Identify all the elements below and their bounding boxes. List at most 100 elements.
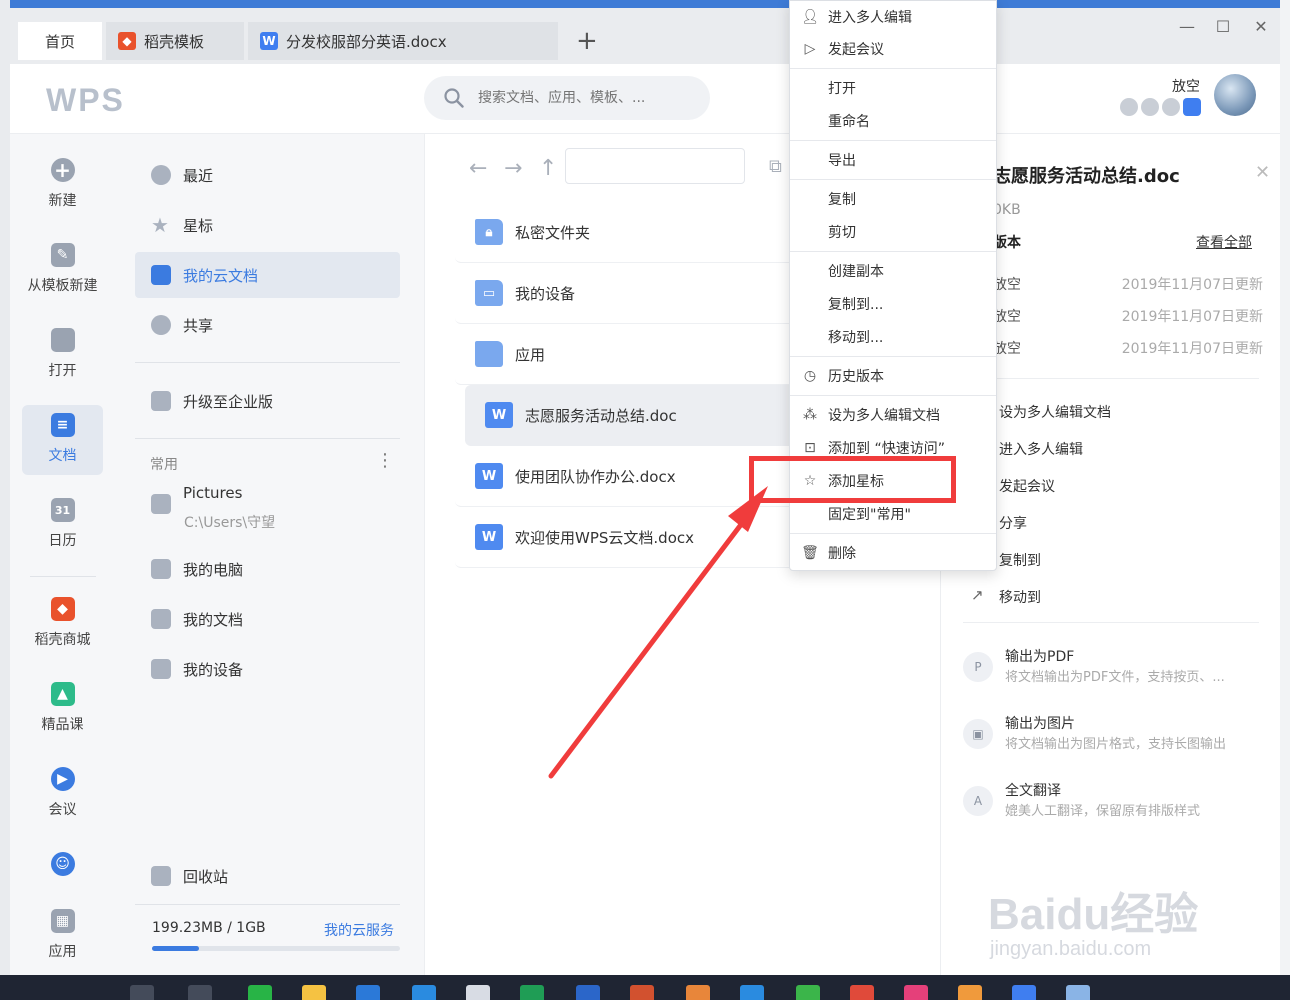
nav-item-starred[interactable]: ★ 星标 [135,202,400,248]
rail-item-course[interactable]: ▲ 精品课 [22,674,103,744]
history-row[interactable]: 放空 2019年11月07日更新 [993,306,1263,326]
rail-item-documents[interactable]: ≡ 文档 [22,405,103,475]
output-title: 输出为PDF [1005,649,1075,665]
wechat-icon[interactable] [248,985,272,1000]
menu-item-start-meeting[interactable]: ▷ 发起会议 [790,33,996,65]
history-row[interactable]: 放空 2019年11月07日更新 [993,338,1263,358]
cloud-service-link[interactable]: 我的云服务 [324,920,394,940]
action-share[interactable]: 分享 [999,513,1027,533]
office-icon[interactable] [850,985,874,1000]
history-time: 2019年11月07日更新 [1121,309,1263,325]
menu-item-cut[interactable]: 剪切 [790,216,996,248]
nav-item-recent[interactable]: 最近 [135,152,400,198]
action-enter-multi-edit[interactable]: 进入多人编辑 [999,439,1083,459]
output-pdf[interactable]: P 输出为PDF 将文档输出为PDF文件，支持按页、... [963,646,1263,702]
nav-item-shared[interactable]: 共享 [135,302,400,348]
close-icon[interactable]: ✕ [1246,14,1276,40]
folder-upload-icon[interactable]: ⧉ [769,156,782,177]
mail-icon[interactable] [356,985,380,1000]
up-icon[interactable]: ↑ [539,156,557,181]
nav-item-upgrade[interactable]: 升级至企业版 [135,378,400,424]
tab-daoke-templates[interactable]: ◆ 稻壳模板 [106,22,244,60]
menu-item-open[interactable]: 打开 [790,72,996,104]
nav-item-recycle[interactable]: 回收站 [135,853,400,899]
menu-item-rename[interactable]: 重命名 [790,105,996,137]
history-row[interactable]: 放空 2019年11月07日更新 [993,274,1263,294]
output-image[interactable]: ▣ 输出为图片 将文档输出为图片格式，支持长图输出 [963,713,1263,769]
nav-item-my-devices[interactable]: 我的设备 [135,646,400,692]
rail-item-apps[interactable]: ▦ 应用 [22,901,103,971]
app-icon[interactable] [686,985,710,1000]
task-view-icon[interactable] [188,985,212,1000]
browser-icon[interactable] [412,985,436,1000]
powerpoint-icon[interactable] [630,985,654,1000]
rail-item-from-template[interactable]: ✎ 从模板新建 [22,235,103,305]
app-icon[interactable] [958,985,982,1000]
member-badges[interactable] [1120,98,1201,116]
rail-item-new[interactable]: + 新建 [22,150,103,220]
avatar[interactable] [1214,74,1256,116]
view-all-link[interactable]: 查看全部 [1196,232,1252,252]
storage-bar-fill [152,946,200,951]
new-tab-button[interactable]: + [576,26,598,56]
forward-icon[interactable]: → [504,156,522,181]
search-box[interactable] [424,76,710,120]
menu-item-copy[interactable]: 复制 [790,183,996,215]
excel-icon[interactable] [520,985,544,1000]
app-icon[interactable] [740,985,764,1000]
rail-item-meeting[interactable]: ▶ 会议 [22,759,103,829]
explorer-icon[interactable] [302,985,326,1000]
app-icon[interactable] [904,985,928,1000]
nav-item-my-cloud-docs[interactable]: 我的云文档 [135,252,400,298]
action-copy-to[interactable]: 复制到 [999,550,1041,570]
menu-divider [790,533,996,534]
nav-item-my-computer[interactable]: 我的电脑 [135,546,400,592]
tab-document[interactable]: W 分发校服部分英语.docx [248,22,558,60]
search-icon[interactable] [130,985,154,1000]
search-input[interactable] [478,90,678,106]
file-name: 志愿服务活动总结.doc [525,406,677,425]
rail-item-calendar[interactable]: 31 日历 [22,490,103,560]
rail-item-open[interactable]: 打开 [22,320,103,390]
tab-home[interactable]: 首页 [18,22,102,60]
path-box[interactable] [565,148,745,184]
wps-taskbar-icon[interactable] [1012,985,1036,1000]
app-icon[interactable] [796,985,820,1000]
close-icon[interactable]: ✕ [1255,162,1270,183]
action-move-to[interactable]: 移动到 [999,587,1041,607]
menu-label: 设为多人编辑文档 [828,408,940,424]
menu-item-export[interactable]: 导出 [790,144,996,176]
output-translate[interactable]: A 全文翻译 媲美人工翻译，保留原有排版样式 [963,780,1263,836]
history-time: 2019年11月07日更新 [1121,341,1263,357]
left-rail: + 新建 ✎ 从模板新建 打开 ≡ 文档 31 日历 ◆ 稻壳商城 ▲ 精品课 [10,134,114,975]
menu-item-enter-multi-edit[interactable]: 👤︎ 进入多人编辑 [790,1,996,33]
more-icon[interactable]: ⋮ [376,450,394,471]
menu-item-create-copy[interactable]: 创建副本 [790,255,996,287]
user-edit-icon: 👤︎ [801,9,819,25]
minimize-icon[interactable]: — [1172,14,1202,40]
word-icon[interactable] [576,985,600,1000]
menu-item-move-to[interactable]: 移动到... [790,321,996,353]
daoke-store-icon: ◆ [50,597,75,621]
menu-divider [790,251,996,252]
menu-item-set-multi-edit[interactable]: ⁂ 设为多人编辑文档 [790,399,996,431]
maximize-icon[interactable]: ☐ [1208,14,1238,40]
menu-label: 进入多人编辑 [828,10,912,26]
nav-item-my-documents[interactable]: 我的文档 [135,596,400,642]
menu-item-delete[interactable]: 🗑︎ 删除 [790,537,996,569]
app-icon[interactable] [1066,985,1090,1000]
background-left-edge [0,0,10,975]
action-start-meeting[interactable]: 发起会议 [999,476,1055,496]
nav-label: 我的设备 [183,660,244,679]
action-set-multi-edit[interactable]: 设为多人编辑文档 [999,402,1111,422]
nav-label: Pictures [183,484,243,502]
menu-item-history[interactable]: ◷ 历史版本 [790,360,996,392]
menu-label: 删除 [828,546,856,562]
menu-item-copy-to[interactable]: 复制到... [790,288,996,320]
cloud-box-icon [151,265,171,285]
store-icon[interactable] [466,985,490,1000]
back-icon[interactable]: ← [469,156,487,181]
rail-item-daoke-store[interactable]: ◆ 稻壳商城 [22,589,103,659]
rail-label: 文档 [48,448,77,464]
device-icon [151,659,171,679]
